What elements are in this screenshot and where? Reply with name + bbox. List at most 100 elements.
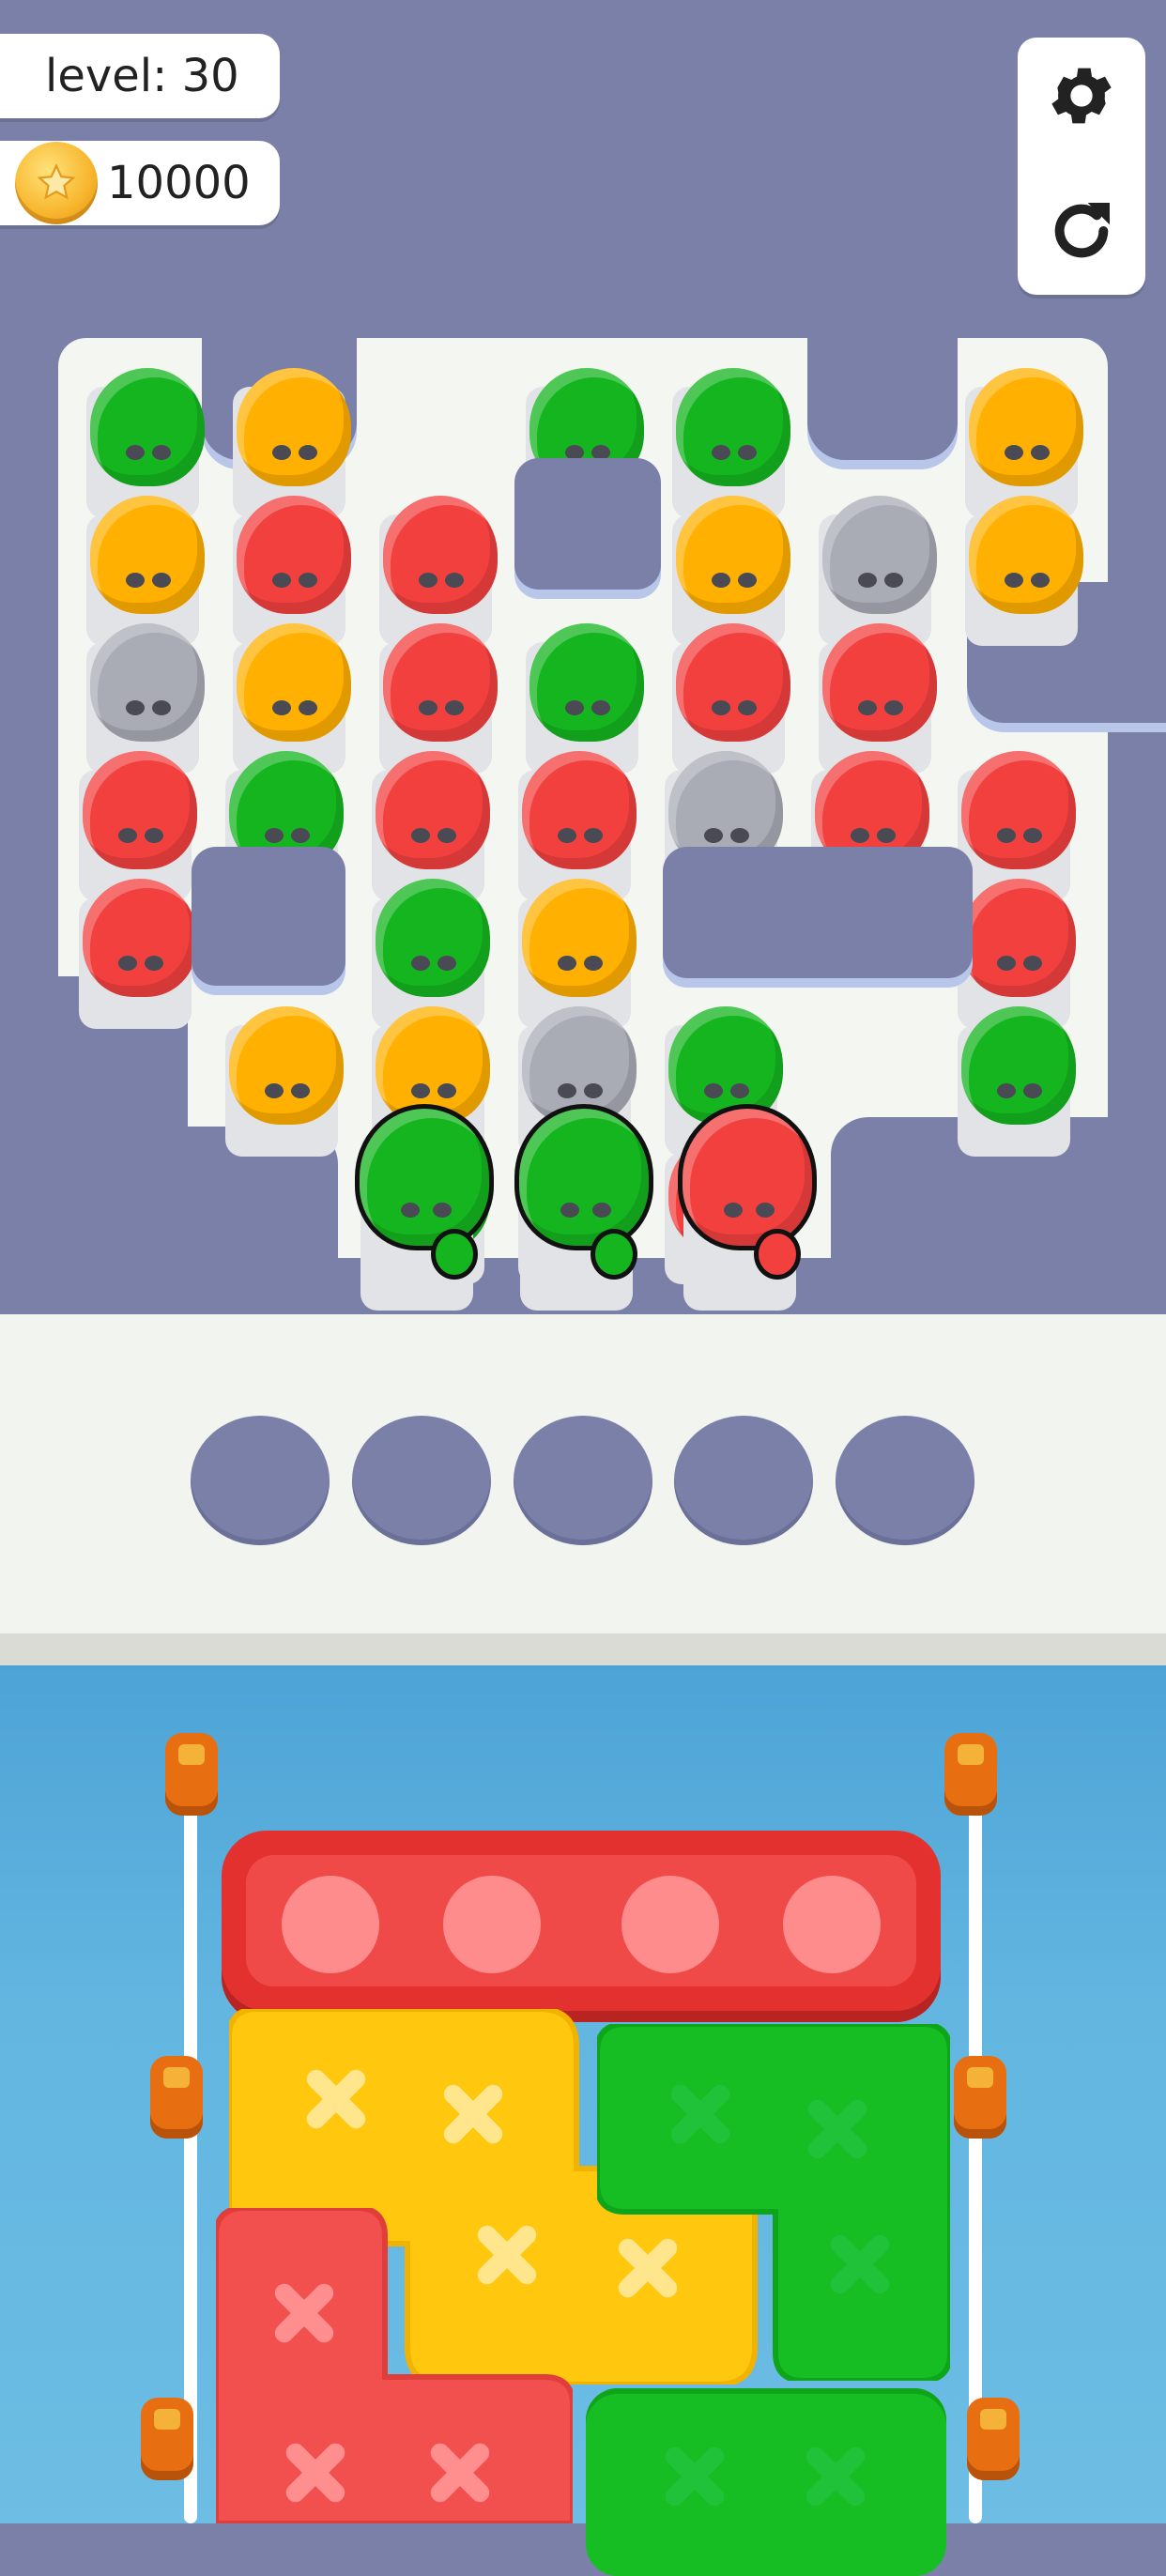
stickman-red[interactable]	[383, 496, 498, 614]
stickman-leg	[591, 1229, 637, 1280]
stickman-gray[interactable]	[90, 623, 205, 742]
restart-icon[interactable]	[1044, 193, 1119, 268]
eye	[560, 1203, 579, 1218]
stickman-green[interactable]	[676, 368, 790, 486]
eye	[997, 1083, 1016, 1098]
boat-seat	[443, 1876, 541, 1973]
blocked-cell	[192, 847, 345, 986]
eye	[433, 1203, 452, 1218]
stickman-gray[interactable]	[822, 496, 937, 614]
boat-seat	[621, 1876, 719, 1973]
wall-notch	[807, 310, 958, 460]
stickman-red[interactable]	[822, 623, 937, 742]
stickman-red[interactable]	[376, 751, 490, 869]
dock-post	[954, 2056, 1006, 2139]
stickman-red[interactable]	[522, 751, 637, 869]
stickman-green[interactable]	[961, 1006, 1076, 1125]
stickman-red[interactable]	[961, 751, 1076, 869]
eye	[1031, 445, 1050, 460]
eye	[411, 1083, 430, 1098]
eye	[712, 445, 730, 460]
eye	[730, 828, 749, 843]
eye	[437, 956, 456, 971]
eye	[126, 573, 145, 588]
stickman-orange[interactable]	[229, 1006, 344, 1125]
eye	[704, 1083, 723, 1098]
x-mark	[299, 2062, 374, 2137]
eye	[558, 1083, 576, 1098]
stickman-front-green[interactable]	[514, 1104, 653, 1280]
waiting-slot	[191, 1416, 330, 1545]
boat-green-bottom[interactable]	[586, 2388, 946, 2576]
x-mark	[267, 2276, 342, 2351]
eye	[272, 700, 291, 715]
eye	[884, 700, 903, 715]
stickman-orange[interactable]	[237, 368, 351, 486]
tray-edge	[0, 1633, 1166, 1665]
eye	[1031, 573, 1050, 588]
boat-red[interactable]	[216, 2208, 573, 2523]
dock-post	[967, 2398, 1020, 2480]
eye	[592, 1203, 611, 1218]
eye	[584, 1083, 603, 1098]
eye	[152, 445, 171, 460]
eye	[591, 700, 610, 715]
dock-post	[944, 1733, 997, 1816]
eye	[145, 956, 163, 971]
eye	[884, 573, 903, 588]
stickman-orange[interactable]	[522, 879, 637, 997]
boat-green[interactable]	[597, 2024, 950, 2381]
stickman-red[interactable]	[83, 879, 197, 997]
stickman-green[interactable]	[90, 368, 205, 486]
stickman-orange[interactable]	[969, 496, 1083, 614]
eye	[565, 700, 584, 715]
stickman-green[interactable]	[376, 879, 490, 997]
level-label: level: 30	[45, 50, 239, 102]
stickman-front-green[interactable]	[355, 1104, 494, 1280]
eye	[1005, 445, 1023, 460]
stickman-orange[interactable]	[90, 496, 205, 614]
gear-icon[interactable]	[1044, 58, 1119, 133]
stickman-red[interactable]	[383, 623, 498, 742]
eye	[584, 956, 603, 971]
x-mark	[657, 2439, 732, 2514]
eye	[299, 573, 317, 588]
eye	[445, 573, 464, 588]
waiting-slot	[514, 1416, 652, 1545]
x-mark	[800, 2092, 875, 2167]
stickman-red[interactable]	[676, 623, 790, 742]
eye	[858, 700, 877, 715]
dock-post	[165, 1733, 218, 1816]
x-mark	[422, 2435, 498, 2510]
eye	[712, 700, 730, 715]
eye	[877, 828, 896, 843]
eye	[704, 828, 723, 843]
stickman-red[interactable]	[961, 879, 1076, 997]
eye	[272, 445, 291, 460]
eye	[584, 828, 603, 843]
eye	[738, 573, 757, 588]
stickman-orange[interactable]	[237, 623, 351, 742]
boat-seat	[783, 1876, 881, 1973]
coin-counter: 10000	[0, 141, 280, 225]
stickman-red[interactable]	[237, 496, 351, 614]
x-mark	[436, 2077, 511, 2152]
coin-icon	[15, 142, 98, 224]
eye	[997, 956, 1016, 971]
eye	[272, 573, 291, 588]
eye	[401, 1203, 420, 1218]
stickman-orange[interactable]	[676, 496, 790, 614]
x-mark	[663, 2077, 738, 2152]
stickman-front-red[interactable]	[678, 1104, 817, 1280]
eye	[858, 573, 877, 588]
stickman-leg	[431, 1229, 478, 1280]
boat-red-seated[interactable]	[222, 1831, 941, 2022]
stickman-orange[interactable]	[969, 368, 1083, 486]
x-mark	[278, 2435, 353, 2510]
eye	[738, 700, 757, 715]
eye	[730, 1083, 749, 1098]
stickman-red[interactable]	[83, 751, 197, 869]
eye	[419, 573, 437, 588]
waiting-slot	[352, 1416, 491, 1545]
stickman-green[interactable]	[529, 623, 644, 742]
